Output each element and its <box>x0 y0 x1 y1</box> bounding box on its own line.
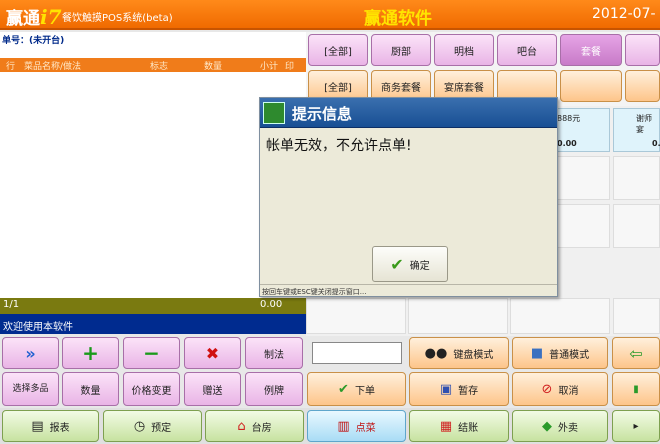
bottom-nav: ▤ 报表 ◷ 预定 ⌂ 台房 ▥ 点菜 ▦ 结账 ◆ 外卖 ▸ <box>0 408 660 444</box>
normal-mode-button[interactable]: ■ 普通模式 <box>512 337 608 369</box>
order-status-bar: 1/1 0.00 <box>0 298 306 314</box>
page-next-button[interactable]: » <box>2 337 59 369</box>
datetime: 2012-07- <box>592 6 656 22</box>
arrow-left-icon: ⇦ <box>629 343 643 363</box>
category-bar[interactable]: 吧台 <box>497 34 557 66</box>
multi-select-button[interactable]: 选择多品 <box>2 372 59 406</box>
dish-slot[interactable] <box>613 156 660 200</box>
payment-icon: ▦ <box>439 418 453 434</box>
dish-qty: 0. <box>652 139 660 148</box>
house-icon: ⌂ <box>237 418 246 434</box>
quantity-button[interactable]: 数量 <box>62 372 119 406</box>
category-set-meal[interactable]: 套餐 <box>560 34 622 66</box>
plus-icon: + <box>82 341 99 365</box>
dialog-message: 帐单无效，不允许点单! <box>266 138 412 154</box>
col-row: 行 <box>6 62 16 72</box>
more-nav-button[interactable]: ▸ <box>612 410 660 442</box>
double-chevron-right-icon: » <box>25 343 36 363</box>
clock-icon: ◷ <box>133 418 146 434</box>
cube-icon: ■ <box>530 345 544 361</box>
gift-button[interactable]: 赠送 <box>184 372 241 406</box>
order-total: 0.00 <box>260 299 283 310</box>
dish-slot[interactable] <box>613 204 660 248</box>
minus-icon: − <box>143 341 160 365</box>
floppy-disk-icon: ▣ <box>439 381 453 397</box>
category-all[interactable]: [全部] <box>308 34 368 66</box>
dish-name: 谢师宴 <box>636 114 652 134</box>
dialog-titlebar: 提示信息 <box>260 98 557 128</box>
no-entry-icon: ⊘ <box>541 381 553 397</box>
welcome-bar: 欢迎使用本软件 <box>0 314 306 334</box>
col-dish-name: 菜品名称/做法 <box>24 62 82 72</box>
category-kitchen[interactable]: 厨部 <box>371 34 431 66</box>
checkout-button[interactable]: ▦ 结账 <box>409 410 509 442</box>
subcategory-empty-2[interactable] <box>560 70 622 102</box>
checkmark-icon: ✔ <box>390 254 404 274</box>
page-indicator: 1/1 <box>3 299 20 310</box>
minus-button[interactable]: − <box>123 337 180 369</box>
checkmark-icon: ✔ <box>338 381 349 397</box>
order-number: 单号：(未开台) <box>2 36 65 46</box>
dish-slot[interactable] <box>306 298 406 334</box>
dish-slot[interactable] <box>408 298 508 334</box>
header-bar: 赢通i7 餐饮触摸POS系统(beta) 赢通软件 2012-07- <box>0 0 660 30</box>
col-subtotal: 小计 <box>260 62 279 72</box>
delete-button[interactable]: ✖ <box>184 337 241 369</box>
app-subtitle: 餐饮触摸POS系统(beta) <box>62 13 173 24</box>
keyboard-mode-button[interactable]: ●● 键盘模式 <box>409 337 509 369</box>
order-sheet-icon: ▥ <box>337 418 350 434</box>
info-dialog: 提示信息 帐单无效，不允许点单! ✔ 确定 按回车键或ESC键关闭提示窗口... <box>259 97 558 297</box>
standard-portion-button[interactable]: 例牌 <box>245 372 303 406</box>
dish-code-input[interactable] <box>312 342 402 364</box>
ok-button[interactable]: ✔ 确定 <box>372 246 448 282</box>
more-icon: ▸ <box>633 420 639 432</box>
col-flag: 标志 <box>150 62 169 72</box>
report-icon: ▤ <box>31 418 44 434</box>
subcategory-empty-3[interactable] <box>625 70 660 102</box>
app-title: 赢通软件 <box>364 9 432 29</box>
shield-check-icon: ◆ <box>542 418 552 434</box>
dialog-title: 提示信息 <box>292 105 353 123</box>
reserve-button[interactable]: ◷ 预定 <box>103 410 202 442</box>
dish-order-tab[interactable]: ▥ 点菜 <box>307 410 406 442</box>
col-qty: 数量 <box>204 62 223 72</box>
place-order-button[interactable]: ✔ 下单 <box>307 372 406 406</box>
dialog-hint: 按回车键或ESC键关闭提示窗口... <box>262 288 367 296</box>
hold-button[interactable]: ▣ 暂存 <box>409 372 509 406</box>
dish-slot[interactable] <box>613 298 660 334</box>
dish-slot[interactable] <box>510 298 610 334</box>
logo: 赢通i7 <box>6 5 62 29</box>
col-print: 印 <box>285 62 295 72</box>
takeout-button[interactable]: ◆ 外卖 <box>512 410 608 442</box>
table-button[interactable]: ⌂ 台房 <box>205 410 304 442</box>
price-change-button[interactable]: 价格变更 <box>123 372 180 406</box>
report-button[interactable]: ▤ 报表 <box>2 410 99 442</box>
dialog-info-icon <box>263 102 285 124</box>
binoculars-icon: ●● <box>424 345 448 361</box>
more-button[interactable]: ▮ <box>612 372 660 406</box>
cancel-button[interactable]: ⊘ 取消 <box>512 372 608 406</box>
thumbs-up-icon: ▮ <box>633 383 639 395</box>
dialog-divider <box>260 284 557 285</box>
order-table-header: 行 菜品名称/做法 标志 数量 小计 印 <box>0 58 306 72</box>
add-button[interactable]: + <box>62 337 119 369</box>
dish-card[interactable]: 谢师宴 0. <box>613 108 660 152</box>
x-icon: ✖ <box>205 343 220 363</box>
dish-qty: 0.00 <box>557 139 577 148</box>
category-open-kitchen[interactable]: 明档 <box>434 34 494 66</box>
back-button[interactable]: ⇦ <box>612 337 660 369</box>
dish-price: 888元 <box>557 114 581 123</box>
method-button[interactable]: 制法 <box>245 337 303 369</box>
category-more[interactable] <box>625 34 660 66</box>
